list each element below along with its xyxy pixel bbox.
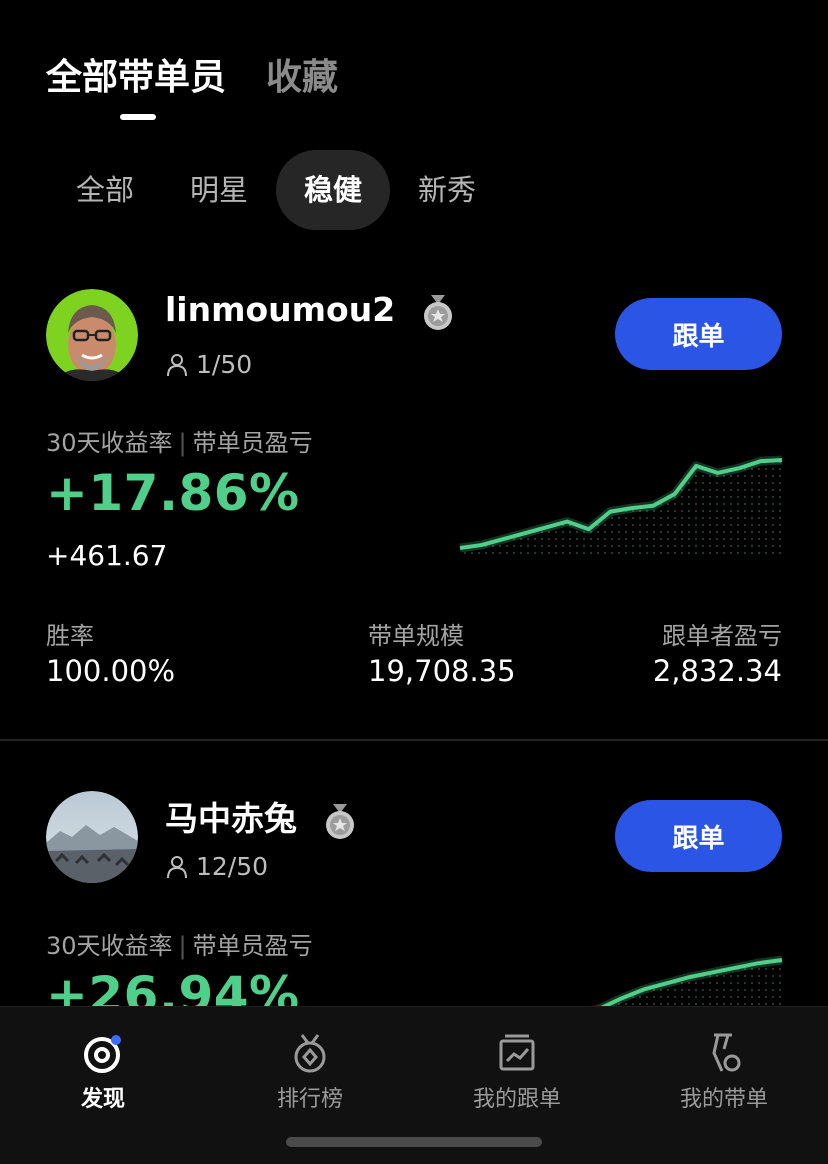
trader-name[interactable]: linmoumou2 [165, 290, 455, 331]
my-lead-trades-icon [712, 1033, 741, 1072]
avatar[interactable] [46, 289, 138, 381]
home-indicator [286, 1137, 542, 1147]
copy-trade-button[interactable]: 跟单 [615, 800, 782, 872]
nav-discover[interactable]: 发现 [33, 1031, 173, 1113]
filter-tabs: 全部 明星 稳健 新秀 [48, 150, 504, 230]
tab-all-traders[interactable]: 全部带单员 [46, 48, 226, 100]
silver-medal-icon [325, 803, 354, 839]
copy-trade-button[interactable]: 跟单 [615, 298, 782, 370]
nav-my-lead-trades[interactable]: 我的带单 [654, 1031, 794, 1113]
follower-pnl-value: 2,832.34 [652, 654, 782, 688]
copy-scale-value: 19,708.35 [368, 654, 516, 688]
person-icon [167, 353, 187, 376]
silver-medal-icon [423, 294, 452, 330]
follower-count: 1/50 [166, 350, 252, 379]
filter-tab-all[interactable]: 全部 [48, 150, 162, 230]
filter-tab-stars[interactable]: 明星 [162, 150, 276, 230]
filter-tab-steady[interactable]: 稳健 [276, 150, 391, 230]
metric-label: 30天收益率 | 带单员盈亏 [46, 429, 313, 457]
follower-pnl-label: 跟单者盈亏 [662, 622, 782, 650]
tab-favorites[interactable]: 收藏 [266, 48, 338, 100]
nav-my-copy-trades[interactable]: 我的跟单 [447, 1031, 587, 1113]
person-icon [167, 855, 187, 878]
trader-pnl: +461.67 [46, 539, 168, 572]
card-divider [0, 739, 828, 741]
win-rate-label: 胜率 [46, 622, 94, 650]
discover-icon [84, 1035, 121, 1073]
metric-label: 30天收益率 | 带单员盈亏 [46, 932, 313, 960]
filter-tab-rookies[interactable]: 新秀 [390, 150, 504, 230]
avatar[interactable] [46, 791, 138, 883]
return-sparkline [459, 455, 783, 556]
top-tabs: 全部带单员 收藏 [46, 48, 338, 100]
return-percentage: +17.86% [46, 464, 300, 522]
trader-name[interactable]: 马中赤兔 [165, 792, 357, 840]
nav-leaderboard[interactable]: 排行榜 [240, 1031, 380, 1113]
separator: | [178, 429, 187, 457]
leaderboard-medal-icon [294, 1034, 326, 1073]
my-copy-trades-icon [499, 1034, 535, 1071]
copy-scale-label: 带单规模 [368, 622, 464, 650]
follower-count: 12/50 [166, 852, 268, 881]
win-rate-value: 100.00% [46, 654, 176, 688]
active-tab-indicator [120, 114, 156, 120]
separator: | [178, 932, 187, 960]
